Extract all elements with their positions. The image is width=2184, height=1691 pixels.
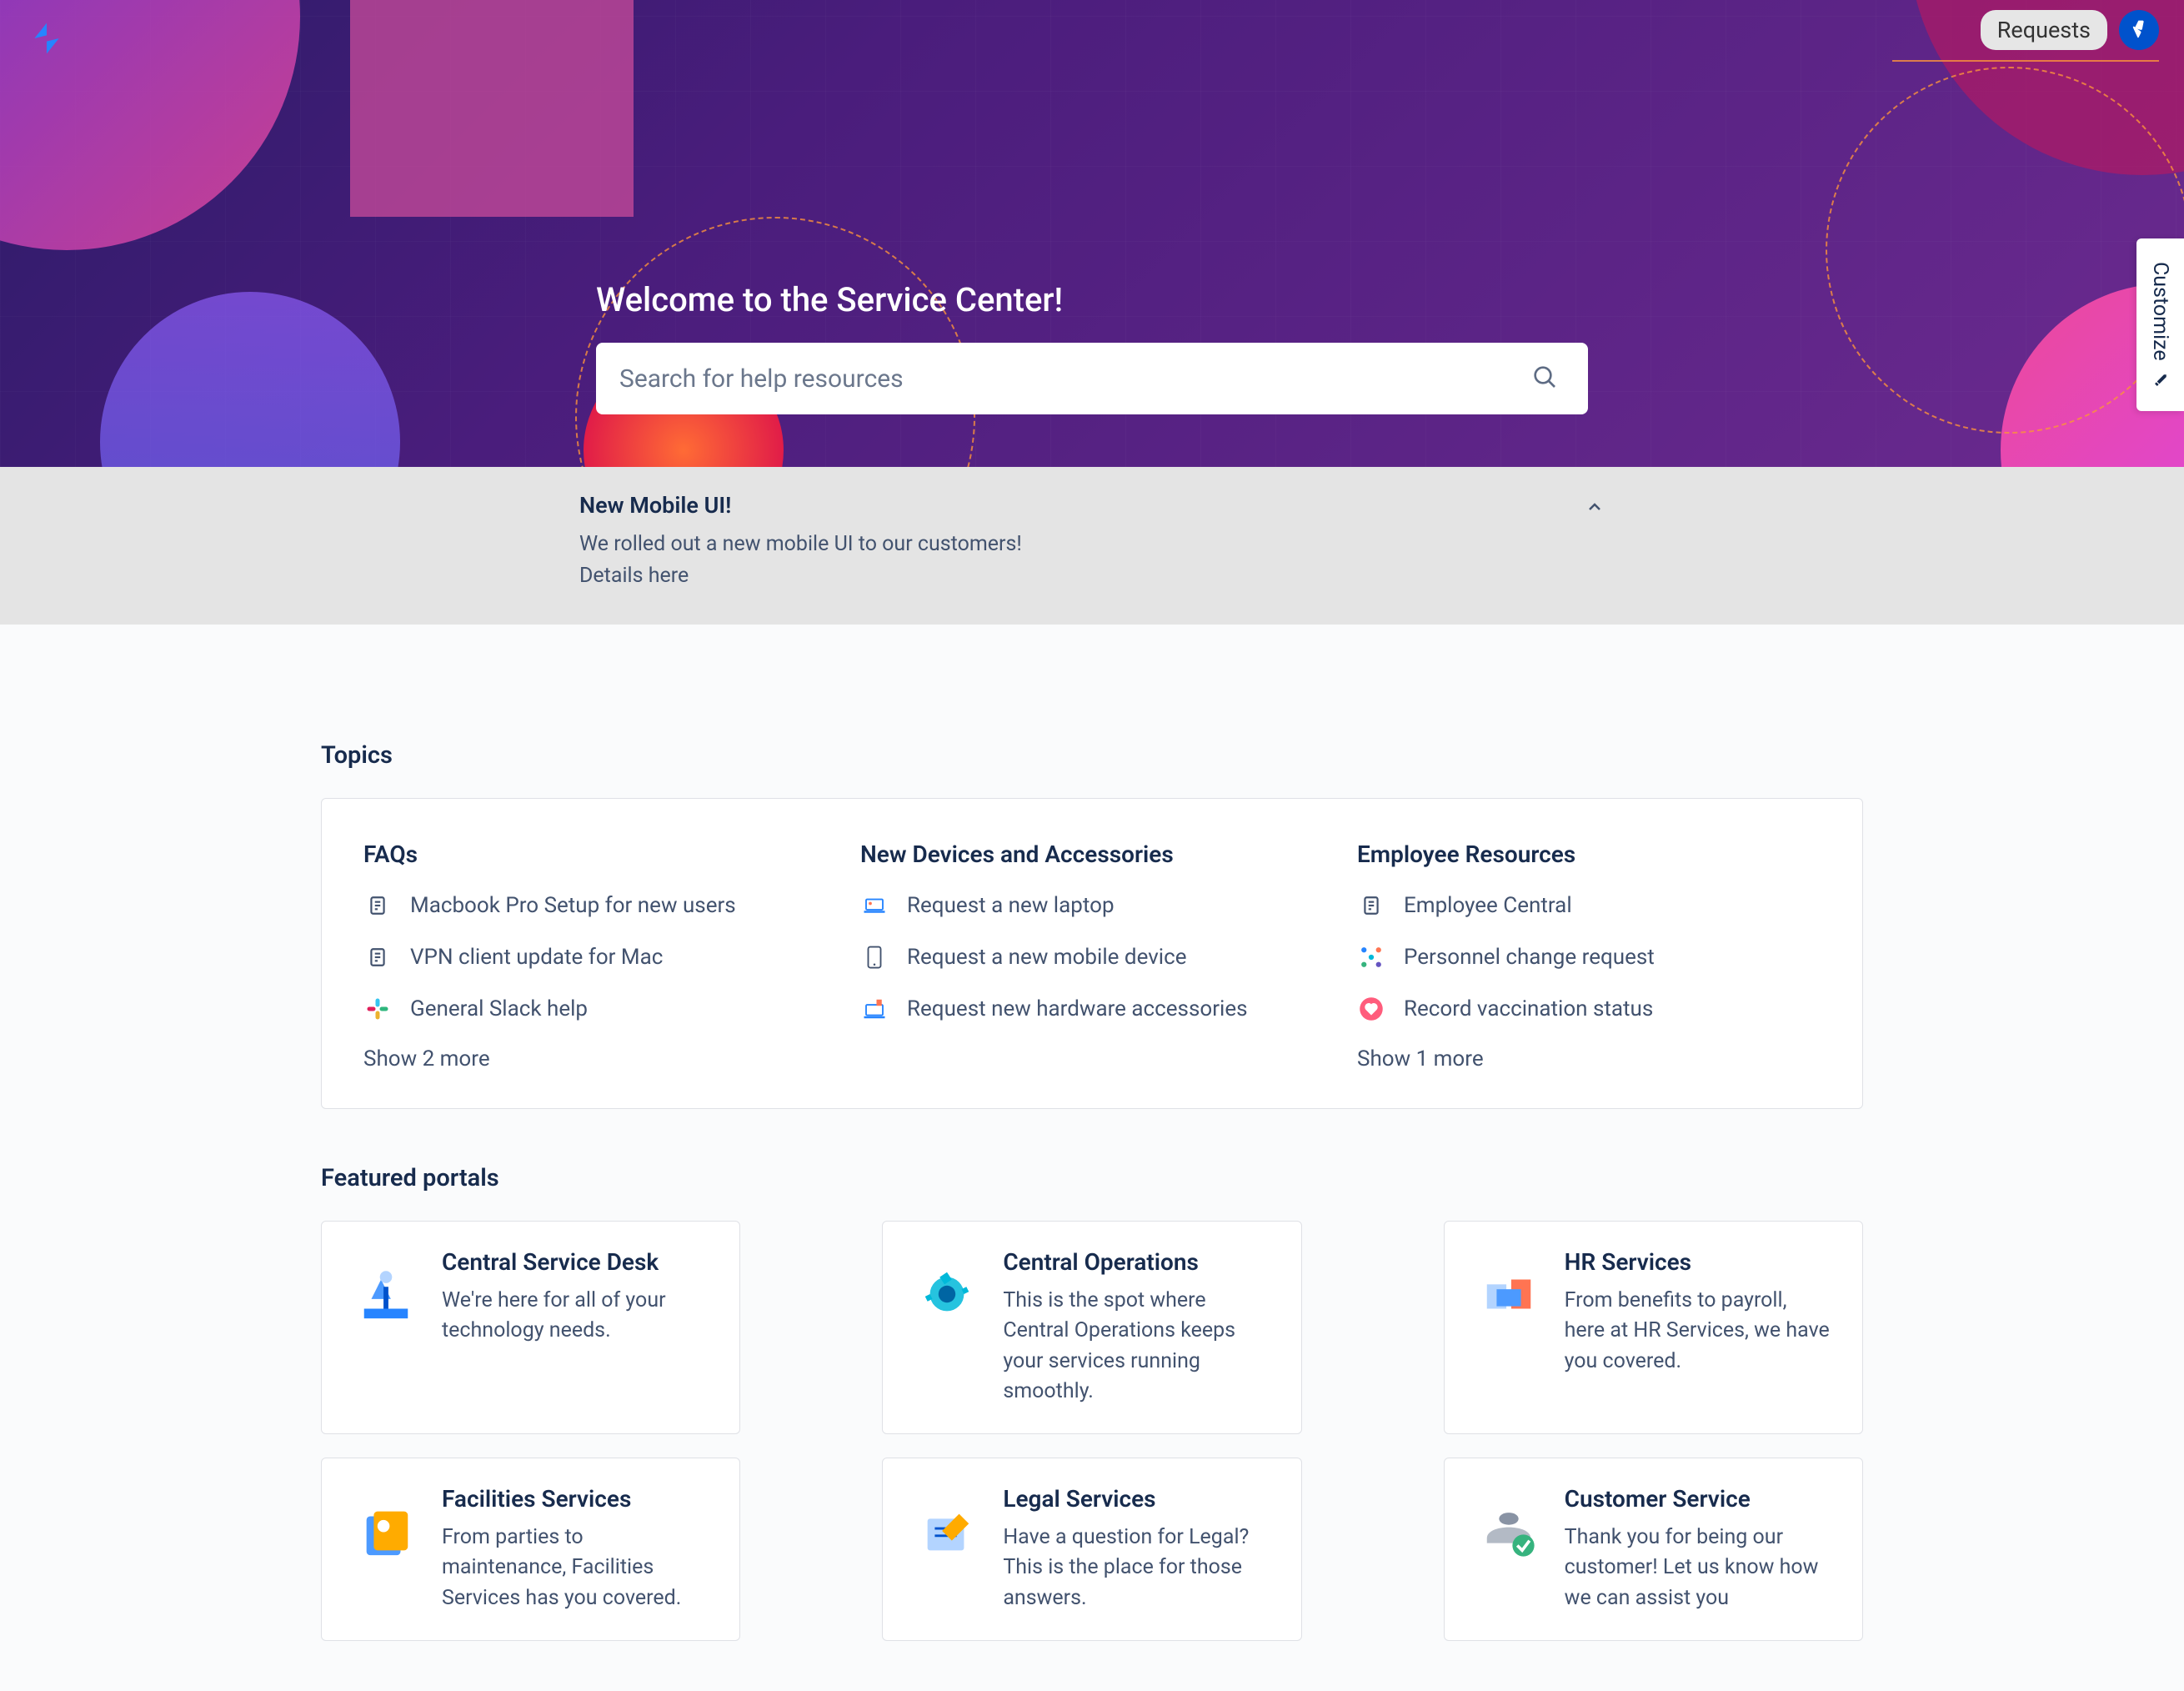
portal-title: Legal Services xyxy=(1003,1485,1270,1513)
topic-item[interactable]: General Slack help xyxy=(363,995,827,1023)
pencil-icon xyxy=(2153,373,2168,388)
topic-label: Request a new laptop xyxy=(907,893,1115,918)
customer-icon xyxy=(1475,1497,1543,1565)
portal-desc: From parties to maintenance, Facilities … xyxy=(442,1523,709,1613)
topic-label: Request new hardware accessories xyxy=(907,996,1248,1021)
atlassian-icon xyxy=(2127,18,2151,42)
service-desk-icon xyxy=(352,1260,420,1328)
requests-button[interactable]: Requests xyxy=(1981,10,2107,50)
portals-heading: Featured portals xyxy=(321,1164,1863,1192)
portal-desc: Have a question for Legal? This is the p… xyxy=(1003,1523,1270,1613)
laptop-icon xyxy=(860,891,889,920)
announcement-details-link[interactable]: Details here xyxy=(579,560,1605,592)
document-icon xyxy=(363,891,392,920)
announcement-text-1: We rolled out a new mobile UI to our cus… xyxy=(579,529,1605,560)
topic-column-employee: Employee Resources Employee Central Pers… xyxy=(1357,840,1821,1071)
customize-tab[interactable]: Customize xyxy=(2136,238,2184,411)
topic-column-title: FAQs xyxy=(363,840,827,868)
operations-icon xyxy=(913,1260,981,1328)
topic-label: General Slack help xyxy=(410,996,588,1021)
portal-desc: This is the spot where Central Operation… xyxy=(1003,1286,1270,1407)
hr-icon xyxy=(1475,1260,1543,1328)
topics-heading: Topics xyxy=(321,741,1863,770)
chevron-up-icon xyxy=(1585,497,1605,517)
search-container xyxy=(596,343,1588,414)
topic-item[interactable]: Macbook Pro Setup for new users xyxy=(363,891,827,920)
topic-label: VPN client update for Mac xyxy=(410,945,663,970)
hero-title: Welcome to the Service Center! xyxy=(596,280,1588,319)
search-icon xyxy=(1531,364,1558,390)
show-more-link[interactable]: Show 2 more xyxy=(363,1046,827,1071)
portal-card-customer[interactable]: Customer Service Thank you for being our… xyxy=(1444,1458,1863,1641)
show-more-link[interactable]: Show 1 more xyxy=(1357,1046,1821,1071)
topic-item[interactable]: Request a new laptop xyxy=(860,891,1324,920)
portal-desc: From benefits to payroll, here at HR Ser… xyxy=(1565,1286,1832,1377)
portal-desc: We're here for all of your technology ne… xyxy=(442,1286,709,1347)
topic-item[interactable]: Request a new mobile device xyxy=(860,943,1324,971)
facilities-icon xyxy=(352,1497,420,1565)
slack-icon xyxy=(363,995,392,1023)
document-icon xyxy=(363,943,392,971)
topic-item[interactable]: VPN client update for Mac xyxy=(363,943,827,971)
portals-grid: Central Service Desk We're here for all … xyxy=(321,1221,1863,1641)
topic-item[interactable]: Request new hardware accessories xyxy=(860,995,1324,1023)
phone-icon xyxy=(860,943,889,971)
topic-column-faqs: FAQs Macbook Pro Setup for new users VPN… xyxy=(363,840,827,1071)
topic-item[interactable]: Record vaccination status xyxy=(1357,995,1821,1023)
topic-label: Macbook Pro Setup for new users xyxy=(410,893,736,918)
heart-icon xyxy=(1357,995,1385,1023)
topic-label: Personnel change request xyxy=(1404,945,1655,970)
search-input[interactable] xyxy=(619,364,1525,394)
topic-column-title: New Devices and Accessories xyxy=(860,840,1324,868)
portal-card-legal[interactable]: Legal Services Have a question for Legal… xyxy=(882,1458,1301,1641)
hardware-icon xyxy=(860,995,889,1023)
portal-title: Customer Service xyxy=(1565,1485,1832,1513)
portal-card-facilities[interactable]: Facilities Services From parties to main… xyxy=(321,1458,740,1641)
legal-icon xyxy=(913,1497,981,1565)
portal-title: HR Services xyxy=(1565,1248,1832,1276)
app-logo[interactable] xyxy=(28,20,65,57)
user-avatar[interactable] xyxy=(2119,10,2159,50)
announcement-banner: New Mobile UI! We rolled out a new mobil… xyxy=(0,467,2184,625)
topics-card: FAQs Macbook Pro Setup for new users VPN… xyxy=(321,798,1863,1109)
topic-column-devices: New Devices and Accessories Request a ne… xyxy=(860,840,1324,1071)
portal-title: Central Service Desk xyxy=(442,1248,709,1276)
portal-card-hr[interactable]: HR Services From benefits to payroll, he… xyxy=(1444,1221,1863,1434)
portal-card-operations[interactable]: Central Operations This is the spot wher… xyxy=(882,1221,1301,1434)
hero-banner: Requests Welcome to the Service Center! xyxy=(0,0,2184,467)
portal-title: Central Operations xyxy=(1003,1248,1270,1276)
topic-label: Employee Central xyxy=(1404,893,1572,918)
workflow-icon xyxy=(1357,943,1385,971)
document-icon xyxy=(1357,891,1385,920)
topic-label: Record vaccination status xyxy=(1404,996,1653,1021)
announcement-collapse[interactable] xyxy=(1585,497,1605,520)
topic-item[interactable]: Personnel change request xyxy=(1357,943,1821,971)
topic-column-title: Employee Resources xyxy=(1357,840,1821,868)
customize-label: Customize xyxy=(2148,262,2172,361)
portal-title: Facilities Services xyxy=(442,1485,709,1513)
portal-card-service-desk[interactable]: Central Service Desk We're here for all … xyxy=(321,1221,740,1434)
search-button[interactable] xyxy=(1525,357,1565,400)
topic-item[interactable]: Employee Central xyxy=(1357,891,1821,920)
announcement-title: New Mobile UI! xyxy=(579,492,1605,519)
portal-desc: Thank you for being our customer! Let us… xyxy=(1565,1523,1832,1613)
top-bar: Requests xyxy=(1981,10,2159,50)
topic-label: Request a new mobile device xyxy=(907,945,1187,970)
